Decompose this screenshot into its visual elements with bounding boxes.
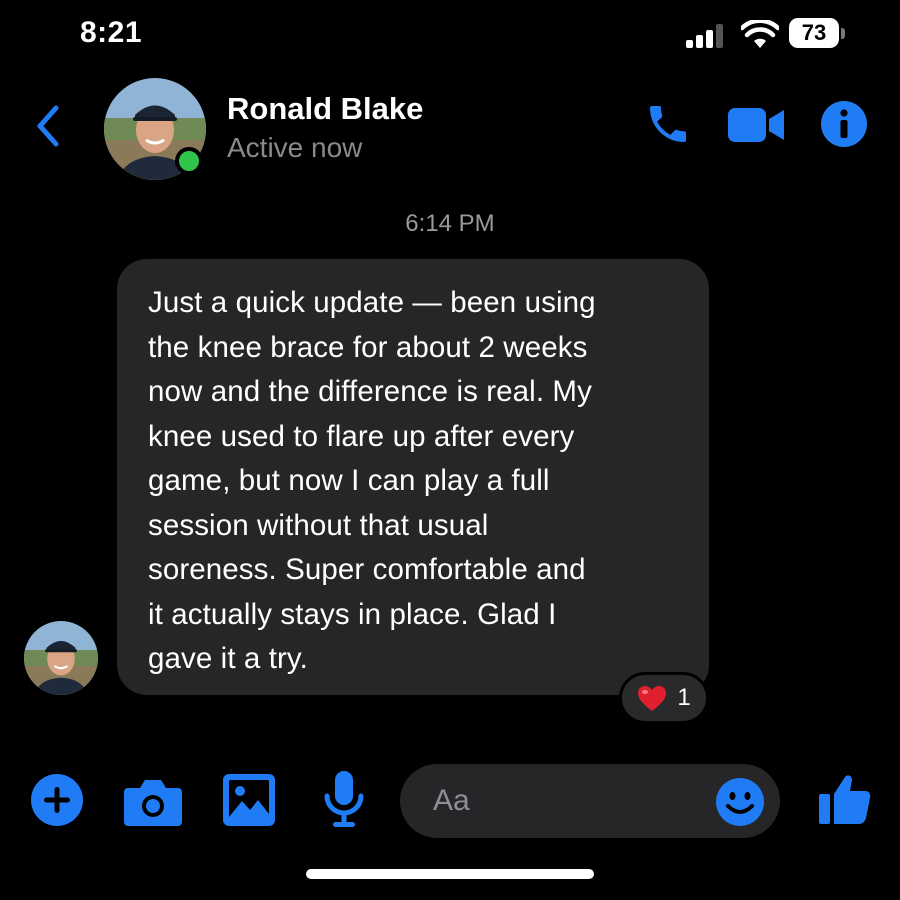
message-line: gave it a try. xyxy=(148,642,308,675)
thumbs-up-icon[interactable] xyxy=(818,772,872,826)
reaction-count: 1 xyxy=(677,684,691,711)
message-input[interactable]: Aa xyxy=(400,764,780,838)
wifi-icon xyxy=(741,20,779,48)
reaction-badge[interactable]: 1 xyxy=(619,672,709,724)
message-line: Just a quick update — been using xyxy=(148,286,596,319)
heart-icon xyxy=(638,685,667,711)
back-chevron-icon[interactable] xyxy=(32,104,64,148)
message-line: knee used to flare up after every xyxy=(148,419,575,453)
message-line: soreness. Super comfortable and xyxy=(148,553,586,586)
message-bubble[interactable]: Just a quick update — been using the kne… xyxy=(117,259,709,695)
home-indicator xyxy=(306,869,594,879)
message-input-placeholder: Aa xyxy=(433,784,470,817)
message-line: the knee brace for about 2 weeks xyxy=(148,330,588,364)
message-timestamp: 6:14 PM xyxy=(405,210,495,237)
phone-icon[interactable] xyxy=(642,100,694,148)
presence-status: Active now xyxy=(227,132,363,163)
video-camera-icon[interactable] xyxy=(726,104,786,146)
status-time: 8:21 xyxy=(80,16,143,49)
message-text: Just a quick update — been using the kne… xyxy=(148,281,681,682)
message-line: session without that usual xyxy=(148,508,489,542)
camera-icon[interactable] xyxy=(124,776,182,826)
cellular-signal-icon xyxy=(686,24,730,48)
message-line: it actually stays in place. Glad I xyxy=(148,597,557,631)
mic-icon[interactable] xyxy=(324,770,364,828)
emoji-icon[interactable] xyxy=(715,777,765,827)
sender-avatar[interactable] xyxy=(24,621,98,695)
info-icon[interactable] xyxy=(820,100,868,148)
battery-level: 73 xyxy=(789,18,839,48)
gallery-icon[interactable] xyxy=(222,773,276,827)
battery-icon: 73 xyxy=(789,18,847,50)
online-status-dot xyxy=(175,147,203,175)
message-line: game, but now I can play a full xyxy=(148,464,550,497)
plus-icon[interactable] xyxy=(30,773,84,827)
contact-name[interactable]: Ronald Blake xyxy=(227,91,423,127)
message-line: now and the difference is real. My xyxy=(148,375,592,408)
